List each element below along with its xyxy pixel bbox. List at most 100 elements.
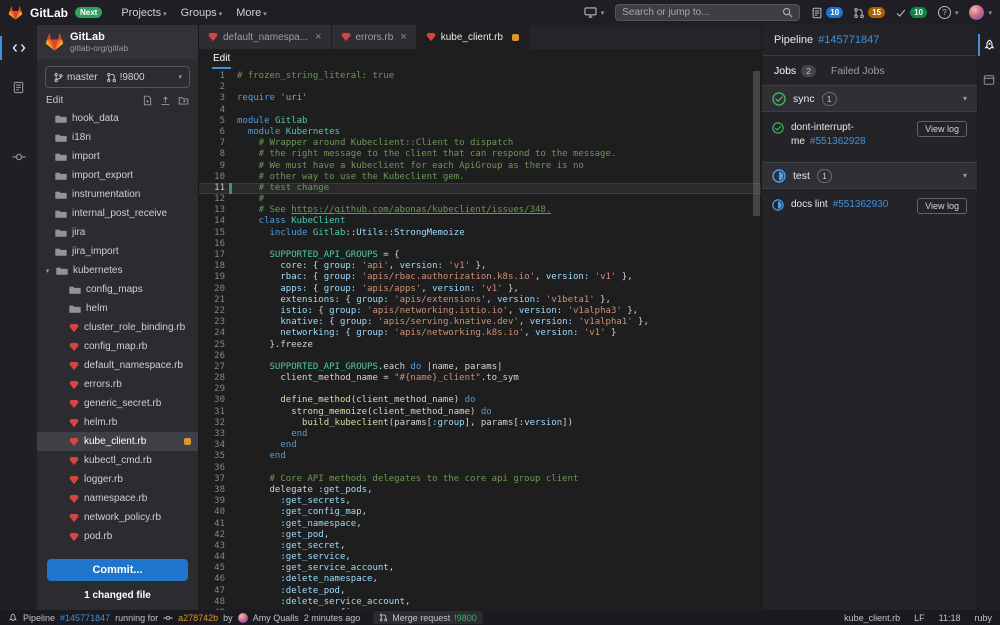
code-line-49[interactable]: 49 :create_config_map, [199, 608, 761, 610]
user-menu[interactable]: ▾ [969, 5, 992, 20]
tree-file-kube_client.rb[interactable]: kube_client.rb [37, 432, 198, 452]
pipelines-icon[interactable] [978, 32, 1000, 58]
statusbar-eol[interactable]: LF [914, 613, 925, 623]
code-line-48[interactable]: 48 :delete_service_account, [199, 597, 761, 608]
code-line-33[interactable]: 33 end [199, 429, 761, 440]
tree-file-helm.rb[interactable]: helm.rb [37, 413, 198, 432]
code-line-2[interactable]: 2 [199, 82, 761, 93]
tree-folder-jira_import[interactable]: jira_import [37, 242, 198, 261]
branch-selector[interactable]: master !9800 ▾ [45, 66, 190, 89]
merge-request-chip[interactable]: Merge request !9800 [373, 611, 483, 624]
code-line-43[interactable]: 43 :get_secret, [199, 541, 761, 552]
code-line-6[interactable]: 6 module Kubernetes [199, 127, 761, 138]
code-line-22[interactable]: 22 istio: { group: 'apis/networking.isti… [199, 306, 761, 317]
code-line-34[interactable]: 34 end [199, 440, 761, 451]
statusbar-cursor-position[interactable]: 11:18 [939, 613, 961, 623]
code-line-13[interactable]: 13 # See https://github.com/abonas/kubec… [199, 205, 761, 216]
editor-tab-errors.rb[interactable]: errors.rb × [331, 25, 417, 49]
code-line-39[interactable]: 39 :get_secrets, [199, 496, 761, 507]
code-line-17[interactable]: 17 SUPPORTED_API_GROUPS = { [199, 250, 761, 261]
tree-folder-i18n[interactable]: i18n [37, 128, 198, 147]
stage-header-sync[interactable]: sync 1 ▾ [762, 85, 977, 112]
code-line-1[interactable]: 1 # frozen_string_literal: true [199, 71, 761, 82]
commit-button[interactable]: Commit... [47, 559, 188, 581]
search-input[interactable] [622, 7, 779, 18]
tree-file-kubectl_cmd.rb[interactable]: kubectl_cmd.rb [37, 451, 198, 470]
code-line-42[interactable]: 42 :get_pod, [199, 530, 761, 541]
tree-folder-import[interactable]: import [37, 147, 198, 166]
view-log-button[interactable]: View log [917, 121, 967, 137]
help-menu[interactable]: ? ▾ [937, 6, 958, 19]
code-line-38[interactable]: 38 delegate :get_pods, [199, 485, 761, 496]
code-line-45[interactable]: 45 :get_service_account, [199, 563, 761, 574]
code-line-46[interactable]: 46 :delete_namespace, [199, 574, 761, 585]
code-line-7[interactable]: 7 # Wrapper around Kubeclient::Client to… [199, 138, 761, 149]
code-line-30[interactable]: 30 define_method(client_method_name) do [199, 395, 761, 406]
live-preview-icon[interactable] [978, 67, 1000, 93]
code-line-20[interactable]: 20 apps: { group: 'apis/apps', version: … [199, 284, 761, 295]
tree-folder-internal_post_receive[interactable]: internal_post_receive [37, 204, 198, 223]
tree-folder-kubernetes[interactable]: ▾ kubernetes [37, 261, 198, 280]
code-line-8[interactable]: 8 # the right message to the client that… [199, 149, 761, 160]
tree-file-namespace.rb[interactable]: namespace.rb [37, 489, 198, 508]
review-mode-icon[interactable] [0, 72, 37, 102]
gitlab-logo-icon[interactable] [8, 5, 23, 20]
code-line-36[interactable]: 36 [199, 463, 761, 474]
code-line-19[interactable]: 19 rbac: { group: 'apis/rbac.authorizati… [199, 272, 761, 283]
stage-header-test[interactable]: test 1 ▾ [762, 162, 977, 189]
editor-tab-kube_client.rb[interactable]: kube_client.rb [416, 25, 529, 49]
tree-folder-import_export[interactable]: import_export [37, 166, 198, 185]
code-line-4[interactable]: 4 [199, 105, 761, 116]
statusbar-file-name[interactable]: kube_client.rb [844, 613, 900, 623]
code-line-11[interactable]: 11 # test change [199, 182, 761, 195]
tree-file-cluster_role_binding.rb[interactable]: cluster_role_binding.rb [37, 318, 198, 337]
job-id-link[interactable]: #551362928 [810, 136, 866, 147]
code-line-28[interactable]: 28 client_method_name = "#{name}_client"… [199, 373, 761, 384]
code-line-5[interactable]: 5 module Gitlab [199, 116, 761, 127]
editor-scrollbar[interactable] [753, 71, 760, 216]
job-id-link[interactable]: #551362930 [833, 199, 889, 210]
commit-mode-icon[interactable] [0, 142, 37, 172]
code-line-47[interactable]: 47 :delete_pod, [199, 586, 761, 597]
code-line-41[interactable]: 41 :get_namespace, [199, 519, 761, 530]
todos-indicator[interactable]: 10 [895, 7, 927, 19]
tab-failed-jobs[interactable]: Failed Jobs [831, 65, 885, 77]
editor-tab-default_namespa...[interactable]: default_namespa... × [199, 25, 332, 49]
nav-menu-more[interactable]: More ▾ [236, 7, 267, 19]
tree-file-errors.rb[interactable]: errors.rb [37, 375, 198, 394]
tree-folder-hook_data[interactable]: hook_data [37, 109, 198, 128]
tree-file-pod.rb[interactable]: pod.rb [37, 527, 198, 546]
new-folder-icon[interactable] [178, 95, 189, 106]
close-icon[interactable]: × [315, 31, 321, 43]
tree-file-network_policy.rb[interactable]: network_policy.rb [37, 508, 198, 527]
code-line-37[interactable]: 37 # Core API methods delegates to the c… [199, 474, 761, 485]
code-line-14[interactable]: 14 class KubeClient [199, 216, 761, 227]
tree-folder-instrumentation[interactable]: instrumentation [37, 185, 198, 204]
code-line-25[interactable]: 25 }.freeze [199, 340, 761, 351]
issues-indicator[interactable]: 10 [811, 7, 844, 19]
edit-mode-icon[interactable] [0, 33, 37, 63]
code-line-24[interactable]: 24 networking: { group: 'apis/networking… [199, 328, 761, 339]
code-line-3[interactable]: 3 require 'uri' [199, 93, 761, 104]
pipeline-id-link[interactable]: #145771847 [818, 34, 879, 46]
tree-folder-jira[interactable]: jira [37, 223, 198, 242]
new-file-icon[interactable] [142, 95, 153, 106]
tree-file-config_map.rb[interactable]: config_map.rb [37, 337, 198, 356]
code-line-16[interactable]: 16 [199, 239, 761, 250]
code-line-18[interactable]: 18 core: { group: 'api', version: 'v1' }… [199, 261, 761, 272]
code-line-29[interactable]: 29 [199, 384, 761, 395]
close-icon[interactable]: × [400, 31, 406, 43]
tree-file-generic_secret.rb[interactable]: generic_secret.rb [37, 394, 198, 413]
nav-menu-groups[interactable]: Groups ▾ [181, 7, 223, 19]
code-line-15[interactable]: 15 include Gitlab::Utils::StrongMemoize [199, 228, 761, 239]
code-line-27[interactable]: 27 SUPPORTED_API_GROUPS.each do |name, p… [199, 362, 761, 373]
code-line-12[interactable]: 12 # [199, 194, 761, 205]
nav-menu-projects[interactable]: Projects ▾ [121, 7, 166, 19]
statusbar-commit-sha[interactable]: a278742b [178, 613, 218, 623]
code-line-31[interactable]: 31 strong_memoize(client_method_name) do [199, 407, 761, 418]
code-editor[interactable]: 1 # frozen_string_literal: true 2 3 require … [199, 69, 761, 610]
search-box[interactable] [615, 4, 801, 21]
code-line-44[interactable]: 44 :get_service, [199, 552, 761, 563]
brand-title[interactable]: GitLab [30, 6, 68, 20]
tree-folder-config_maps[interactable]: config_maps [37, 280, 198, 299]
